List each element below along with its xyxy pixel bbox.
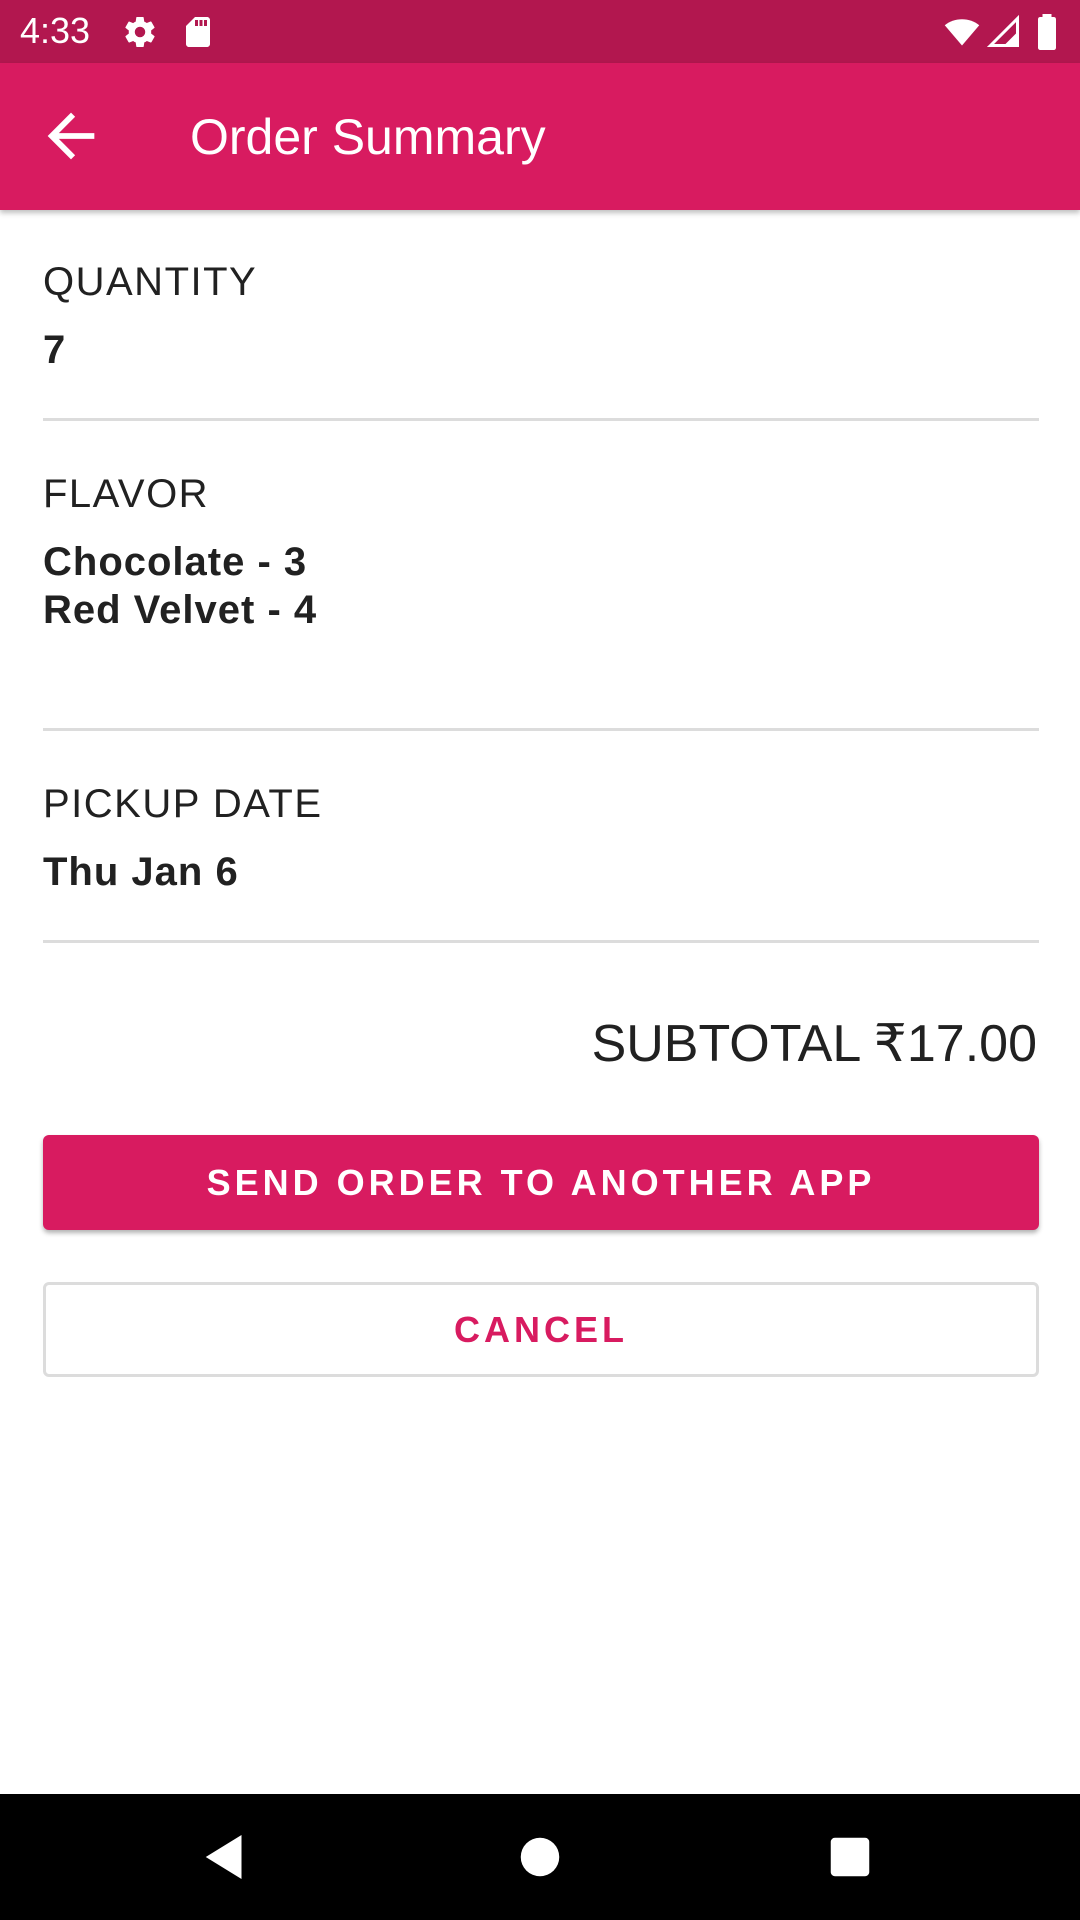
arrow-back-icon: [47, 112, 95, 160]
flavor-label: FLAVOR: [43, 472, 210, 516]
page-title: Order Summary: [190, 109, 546, 165]
divider: [43, 728, 1039, 731]
settings-icon: [122, 14, 158, 50]
pickup-date-value: Thu Jan 6: [43, 850, 239, 894]
flavor-section: FLAVOR Chocolate - 3 Red Velvet - 4: [43, 470, 1039, 634]
quantity-section: QUANTITY 7: [43, 258, 1039, 374]
wifi-icon: [944, 14, 980, 50]
recents-square-icon: [830, 1837, 870, 1877]
flavor-value-chocolate: Chocolate - 3: [43, 540, 308, 584]
nav-recents-button[interactable]: [817, 1824, 883, 1890]
system-nav-bar: [0, 1794, 1080, 1920]
quantity-value: 7: [43, 328, 67, 372]
app-bar: Order Summary: [0, 63, 1080, 210]
back-button[interactable]: [36, 101, 106, 171]
send-order-button[interactable]: SEND ORDER TO ANOTHER APP: [43, 1135, 1039, 1230]
battery-icon: [1030, 14, 1064, 50]
back-triangle-icon: [205, 1835, 242, 1879]
status-time: 4:33: [20, 10, 91, 51]
quantity-label: QUANTITY: [43, 260, 258, 304]
sd-card-icon: [180, 14, 216, 50]
status-bar: 4:33: [0, 0, 1080, 63]
flavor-value-red-velvet: Red Velvet - 4: [43, 588, 318, 632]
subtotal-text: SUBTOTAL ₹17.00: [591, 1015, 1037, 1073]
home-circle-icon: [520, 1837, 560, 1877]
nav-back-button[interactable]: [192, 1824, 258, 1890]
divider: [43, 940, 1039, 943]
pickup-date-label: PICKUP DATE: [43, 782, 323, 826]
order-summary-screen: 4:33 Order Summary QUANTITY 7 FLAVOR Cho…: [0, 0, 1080, 1920]
pickup-date-section: PICKUP DATE Thu Jan 6: [43, 780, 1039, 896]
cancel-button[interactable]: CANCEL: [43, 1282, 1039, 1377]
divider: [43, 418, 1039, 421]
nav-home-button[interactable]: [507, 1824, 573, 1890]
signal-icon: [986, 14, 1022, 50]
